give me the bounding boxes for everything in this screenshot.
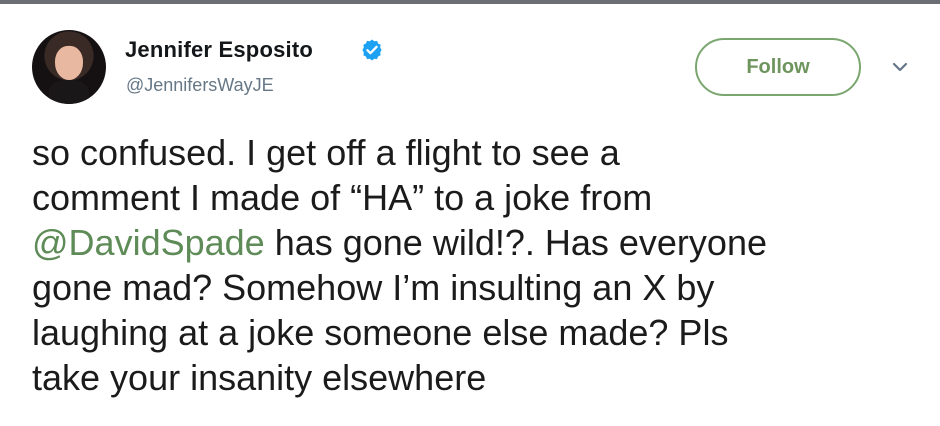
tweet-text-line: take your insanity elsewhere	[32, 357, 487, 398]
chevron-down-icon[interactable]	[888, 58, 912, 76]
tweet-text: so confused. I get off a flight to see a…	[32, 130, 912, 400]
tweet-card: Jennifer Esposito @JennifersWayJE Follow…	[0, 0, 940, 426]
follow-button[interactable]: Follow	[695, 38, 861, 96]
tweet-text-line: so confused. I get off a flight to see a	[32, 132, 620, 173]
author-name[interactable]: Jennifer Esposito	[125, 37, 313, 63]
tweet-text-segment: has gone wild!?. Has everyone	[264, 222, 767, 263]
mention-link[interactable]: @DavidSpade	[32, 222, 265, 263]
verified-icon	[362, 39, 382, 61]
tweet-text-line: comment I made of “HA” to a joke from	[32, 177, 653, 218]
tweet-text-line: @DavidSpade has gone wild!?. Has everyon…	[32, 220, 912, 265]
avatar[interactable]	[32, 30, 106, 104]
author-handle[interactable]: @JennifersWayJE	[126, 75, 274, 96]
tweet-text-line: gone mad? Somehow I’m insulting an X by	[32, 267, 715, 308]
tweet-text-line: laughing at a joke someone else made? Pl…	[32, 312, 729, 353]
